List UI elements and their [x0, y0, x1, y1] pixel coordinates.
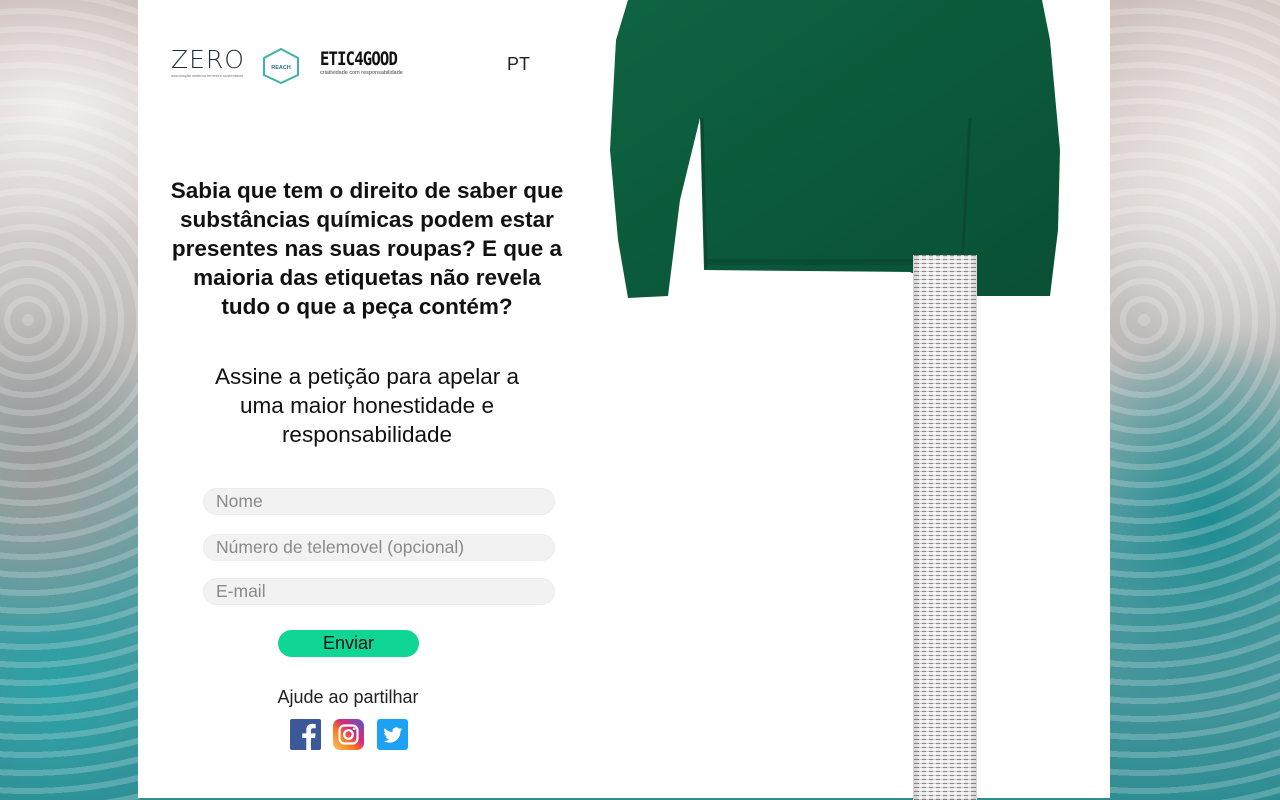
sweater-image: [610, 0, 1060, 298]
background-left: [0, 0, 140, 800]
name-field[interactable]: [203, 488, 555, 515]
submit-button[interactable]: Enviar: [278, 630, 419, 657]
reach-logo-icon[interactable]: REACH: [261, 48, 301, 84]
background-right: [1110, 0, 1280, 800]
language-selector[interactable]: PT: [507, 54, 530, 75]
email-field[interactable]: [203, 578, 555, 605]
etic4good-logo-word: ETIC4GOOD: [320, 48, 398, 70]
share-label: Ajude ao partilhar: [277, 687, 419, 707]
zero-logo[interactable]: ZERO associação sistema terrestre susten…: [171, 45, 245, 83]
petition-call-to-action: Assine a petição para apelar a uma maior…: [215, 364, 519, 447]
zero-logo-tagline: associação sistema terrestre sustentável: [171, 73, 244, 78]
zero-logo-word: ZERO: [171, 45, 245, 74]
clothing-label-strip: [913, 255, 977, 800]
phone-field[interactable]: [203, 534, 555, 561]
etic4good-logo[interactable]: ETIC4GOOD criatividade com responsabilid…: [320, 48, 403, 84]
facebook-icon[interactable]: [290, 719, 321, 750]
instagram-icon[interactable]: [333, 719, 364, 750]
twitter-icon[interactable]: [377, 719, 408, 750]
etic4good-logo-tagline: criatividade com responsabilidade: [320, 70, 403, 76]
page-headline: Sabia que tem o direito de saber que sub…: [170, 178, 564, 319]
reach-logo-label: REACH: [271, 65, 291, 71]
